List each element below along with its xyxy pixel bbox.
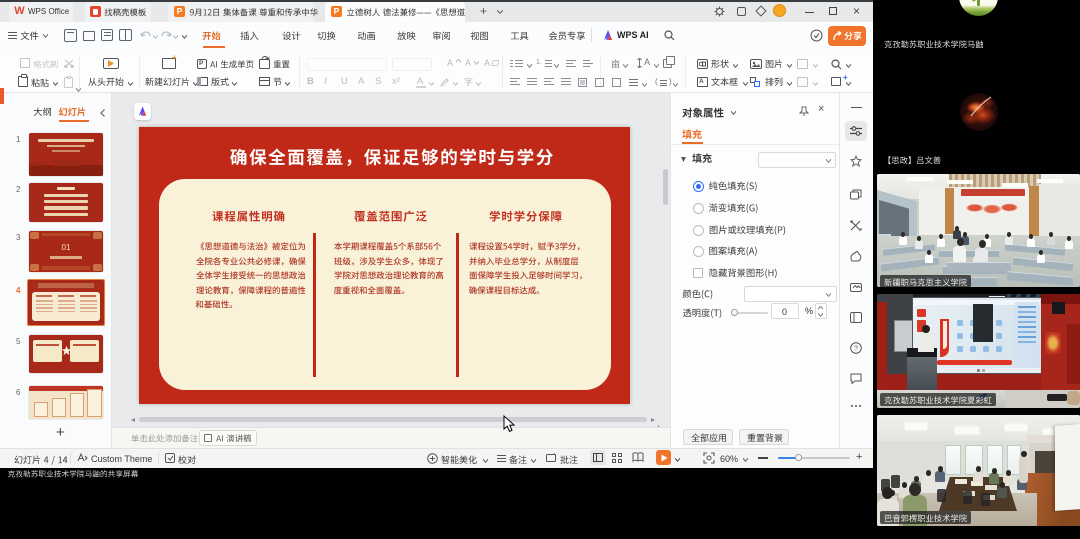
svg-text:?: ? bbox=[854, 344, 858, 353]
